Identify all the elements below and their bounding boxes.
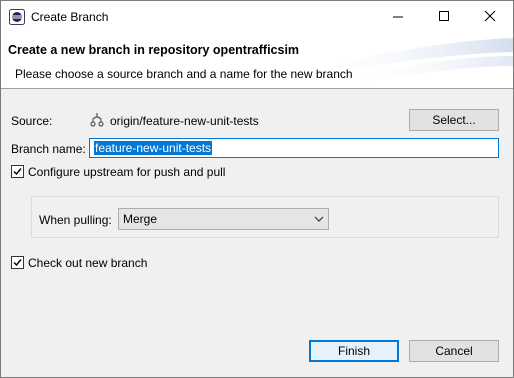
configure-upstream-label[interactable]: Configure upstream for push and pull bbox=[28, 165, 225, 179]
title-bar[interactable]: Create Branch bbox=[1, 1, 513, 32]
window-title: Create Branch bbox=[31, 10, 109, 24]
create-branch-dialog: Create Branch Create a new branch in rep… bbox=[0, 0, 514, 378]
branch-name-label: Branch name: bbox=[11, 142, 86, 156]
banner-description: Please choose a source branch and a name… bbox=[15, 67, 353, 81]
branch-icon bbox=[89, 112, 105, 131]
source-label: Source: bbox=[11, 114, 53, 128]
when-pulling-dropdown[interactable]: Merge bbox=[118, 208, 329, 230]
branch-name-input[interactable]: feature-new-unit-tests bbox=[89, 138, 499, 158]
minimize-icon bbox=[393, 16, 403, 18]
cancel-button[interactable]: Cancel bbox=[409, 340, 499, 362]
checkmark-icon bbox=[13, 168, 22, 176]
banner-divider bbox=[1, 88, 513, 89]
minimize-button[interactable] bbox=[375, 1, 421, 32]
header-banner: Create a new branch in repository opentr… bbox=[1, 32, 513, 88]
maximize-icon bbox=[439, 11, 449, 21]
checkout-branch-checkbox[interactable] bbox=[11, 256, 24, 269]
when-pulling-value: Merge bbox=[123, 212, 158, 226]
checkout-branch-label[interactable]: Check out new branch bbox=[28, 256, 147, 270]
chevron-down-icon bbox=[314, 216, 324, 222]
maximize-button[interactable] bbox=[421, 1, 467, 32]
close-icon bbox=[484, 10, 496, 22]
select-button[interactable]: Select... bbox=[409, 109, 499, 131]
branch-name-value: feature-new-unit-tests bbox=[94, 141, 213, 155]
source-value: origin/feature-new-unit-tests bbox=[110, 114, 259, 128]
checkmark-icon bbox=[13, 259, 22, 267]
finish-button[interactable]: Finish bbox=[309, 340, 399, 362]
when-pulling-label: When pulling: bbox=[39, 213, 112, 227]
close-button[interactable] bbox=[467, 1, 513, 32]
banner-title: Create a new branch in repository opentr… bbox=[8, 43, 300, 57]
eclipse-icon bbox=[9, 9, 25, 25]
configure-upstream-checkbox[interactable] bbox=[11, 165, 24, 178]
